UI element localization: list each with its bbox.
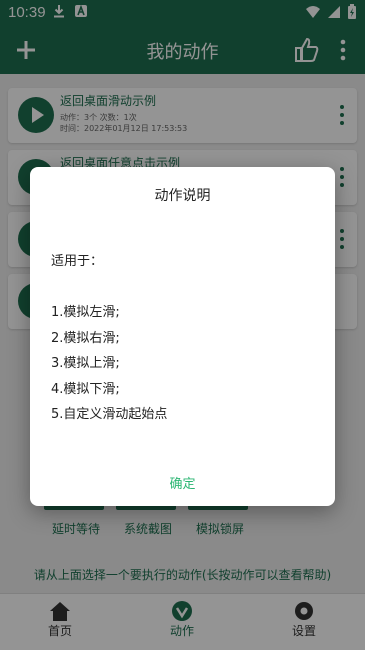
dialog-item: 1.模拟左滑;	[51, 305, 120, 320]
dialog-title: 动作说明	[154, 188, 211, 204]
dialog-body: 适用于： 1.模拟左滑; 2.模拟右滑; 3.模拟上滑; 4.模拟下滑; 5.自…	[51, 249, 167, 428]
ok-button[interactable]: 确定	[30, 473, 335, 492]
dialog-spacer	[51, 275, 167, 301]
dialog-item: 3.模拟上滑;	[51, 356, 120, 371]
dialog-item: 4.模拟下滑;	[51, 381, 120, 397]
action-description-dialog: 动作说明 适用于： 1.模拟左滑; 2.模拟右滑; 3.模拟上滑; 4.模拟下滑…	[30, 167, 335, 506]
dialog-applies-label: 适用于：	[51, 254, 104, 269]
dialog-item: 5.自定义滑动起始点	[51, 407, 168, 422]
dialog-item: 2.模拟右滑;	[51, 330, 120, 346]
